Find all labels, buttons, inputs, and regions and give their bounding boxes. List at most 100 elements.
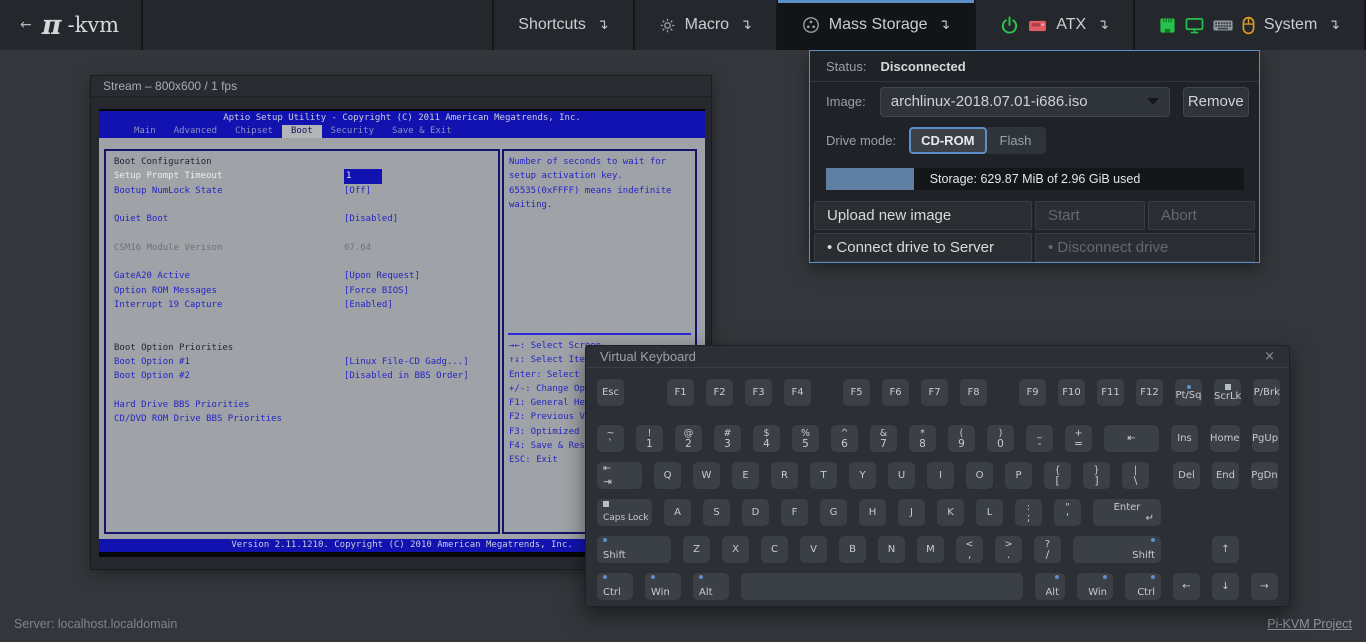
drive-mode-flash-button[interactable]: Flash bbox=[987, 127, 1047, 154]
key-f11[interactable]: F11 bbox=[1096, 378, 1125, 407]
key-k[interactable]: K bbox=[936, 498, 965, 527]
key-delete[interactable]: Del bbox=[1172, 461, 1201, 490]
key-t[interactable]: T bbox=[809, 461, 838, 490]
key-f8[interactable]: F8 bbox=[959, 378, 988, 407]
menu-shortcuts[interactable]: Shortcuts↴ bbox=[492, 0, 632, 50]
key-8[interactable]: *8 bbox=[908, 424, 937, 453]
key-9[interactable]: (9 bbox=[947, 424, 976, 453]
key-n[interactable]: N bbox=[877, 535, 906, 564]
key-2[interactable]: @2 bbox=[674, 424, 703, 453]
key-bracket-open[interactable]: {[ bbox=[1043, 461, 1072, 490]
key-esc[interactable]: Esc bbox=[596, 378, 625, 407]
key-shift-left[interactable]: Shift bbox=[596, 535, 672, 564]
key-s[interactable]: S bbox=[702, 498, 731, 527]
key-x[interactable]: X bbox=[721, 535, 750, 564]
key-end[interactable]: End bbox=[1211, 461, 1240, 490]
key-pause-break[interactable]: P/Brk bbox=[1252, 378, 1281, 407]
key-f4[interactable]: F4 bbox=[783, 378, 812, 407]
key-w[interactable]: W bbox=[692, 461, 721, 490]
key-caps-lock[interactable]: Caps Lock bbox=[596, 498, 653, 527]
key-page-up[interactable]: PgUp bbox=[1251, 424, 1280, 453]
key-f1[interactable]: F1 bbox=[666, 378, 695, 407]
key-comma[interactable]: <, bbox=[955, 535, 984, 564]
key-f6[interactable]: F6 bbox=[881, 378, 910, 407]
key-3[interactable]: #3 bbox=[713, 424, 742, 453]
key-0[interactable]: )0 bbox=[986, 424, 1015, 453]
key-alt-right[interactable]: Alt bbox=[1034, 572, 1066, 601]
key-backslash[interactable]: |\ bbox=[1121, 461, 1150, 490]
key-p[interactable]: P bbox=[1004, 461, 1033, 490]
key-f10[interactable]: F10 bbox=[1057, 378, 1086, 407]
key-equals[interactable]: += bbox=[1064, 424, 1093, 453]
key-tab[interactable]: ⇤⇥ bbox=[596, 461, 643, 490]
keyboard-window-titlebar[interactable]: Virtual Keyboard × bbox=[586, 346, 1289, 368]
key-b[interactable]: B bbox=[838, 535, 867, 564]
key-l[interactable]: L bbox=[975, 498, 1004, 527]
key-7[interactable]: &7 bbox=[869, 424, 898, 453]
key-arrow-left[interactable]: ← bbox=[1172, 572, 1201, 601]
key-ctrl-right[interactable]: Ctrl bbox=[1124, 572, 1162, 601]
key-c[interactable]: C bbox=[760, 535, 789, 564]
key-page-down[interactable]: PgDn bbox=[1250, 461, 1279, 490]
image-select[interactable]: archlinux-2018.07.01-i686.iso bbox=[880, 87, 1170, 117]
key-shift-right[interactable]: Shift bbox=[1072, 535, 1162, 564]
remove-image-button[interactable]: Remove bbox=[1183, 87, 1249, 117]
key-i[interactable]: I bbox=[926, 461, 955, 490]
connect-drive-button[interactable]: • Connect drive to Server bbox=[814, 233, 1032, 262]
key-period[interactable]: >. bbox=[994, 535, 1023, 564]
menu-system[interactable]: System↴ bbox=[1133, 0, 1366, 50]
key-quote[interactable]: "' bbox=[1053, 498, 1082, 527]
key-j[interactable]: J bbox=[897, 498, 926, 527]
key-arrow-down[interactable]: ↓ bbox=[1211, 572, 1240, 601]
key-f5[interactable]: F5 bbox=[842, 378, 871, 407]
key-win-right[interactable]: Win bbox=[1076, 572, 1114, 601]
key-5[interactable]: %5 bbox=[791, 424, 820, 453]
menu-macro[interactable]: Macro↴ bbox=[633, 0, 776, 50]
pikvm-project-link[interactable]: Pi-KVM Project bbox=[1267, 617, 1352, 631]
logo-home-link[interactable]: ← π -kvm bbox=[0, 0, 143, 50]
key-f12[interactable]: F12 bbox=[1135, 378, 1164, 407]
key-insert[interactable]: Ins bbox=[1170, 424, 1199, 453]
key-print-screen[interactable]: Pt/Sq bbox=[1174, 378, 1203, 407]
key-f7[interactable]: F7 bbox=[920, 378, 949, 407]
key-o[interactable]: O bbox=[965, 461, 994, 490]
key-y[interactable]: Y bbox=[848, 461, 877, 490]
key-scroll-lock[interactable]: ScrLk bbox=[1213, 378, 1242, 407]
upload-new-image-button[interactable]: Upload new image bbox=[814, 201, 1032, 230]
key-6[interactable]: ^6 bbox=[830, 424, 859, 453]
key-g[interactable]: G bbox=[819, 498, 848, 527]
key-m[interactable]: M bbox=[916, 535, 945, 564]
key-e[interactable]: E bbox=[731, 461, 760, 490]
key-q[interactable]: Q bbox=[653, 461, 682, 490]
key-4[interactable]: $4 bbox=[752, 424, 781, 453]
key-bracket-close[interactable]: }] bbox=[1082, 461, 1111, 490]
key-u[interactable]: U bbox=[887, 461, 916, 490]
key-d[interactable]: D bbox=[741, 498, 770, 527]
key-backspace[interactable]: ⇤ bbox=[1103, 424, 1160, 453]
key-slash[interactable]: ?/ bbox=[1033, 535, 1062, 564]
key-f9[interactable]: F9 bbox=[1018, 378, 1047, 407]
key-enter[interactable]: Enter↵ bbox=[1092, 498, 1162, 527]
stream-window-titlebar[interactable]: Stream – 800x600 / 1 fps bbox=[91, 76, 711, 97]
key-a[interactable]: A bbox=[663, 498, 692, 527]
menu-mass-storage[interactable]: Mass Storage↴ bbox=[776, 0, 974, 50]
key-ctrl-left[interactable]: Ctrl bbox=[596, 572, 634, 601]
key-minus[interactable]: _- bbox=[1025, 424, 1054, 453]
key-home[interactable]: Home bbox=[1209, 424, 1241, 453]
key-space[interactable] bbox=[740, 572, 1024, 601]
key-v[interactable]: V bbox=[799, 535, 828, 564]
key-semicolon[interactable]: :; bbox=[1014, 498, 1043, 527]
key-backquote[interactable]: ~` bbox=[596, 424, 625, 453]
key-f[interactable]: F bbox=[780, 498, 809, 527]
key-arrow-right[interactable]: → bbox=[1250, 572, 1279, 601]
key-f3[interactable]: F3 bbox=[744, 378, 773, 407]
menu-atx[interactable]: ATX↴ bbox=[974, 0, 1133, 50]
key-alt-left[interactable]: Alt bbox=[692, 572, 730, 601]
key-h[interactable]: H bbox=[858, 498, 887, 527]
key-r[interactable]: R bbox=[770, 461, 799, 490]
key-1[interactable]: !1 bbox=[635, 424, 664, 453]
key-win-left[interactable]: Win bbox=[644, 572, 682, 601]
close-icon[interactable]: × bbox=[1260, 349, 1279, 364]
drive-mode-cdrom-button[interactable]: CD-ROM bbox=[909, 127, 986, 154]
key-f2[interactable]: F2 bbox=[705, 378, 734, 407]
